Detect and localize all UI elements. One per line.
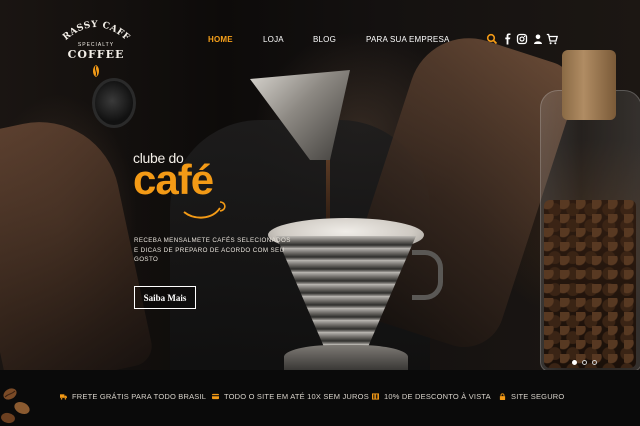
coffee-bean-icon xyxy=(93,65,99,77)
benefits-bar: FRETE GRÁTIS PARA TODO BRASIL TODO O SIT… xyxy=(0,370,640,426)
slider-dot-2[interactable] xyxy=(582,360,587,365)
user-icon[interactable] xyxy=(532,33,544,45)
benefit-secure-site: SITE SEGURO xyxy=(499,392,564,401)
nav-loja[interactable]: LOJA xyxy=(263,35,284,44)
slider-dots xyxy=(572,352,602,370)
instagram-icon[interactable] xyxy=(516,33,528,45)
hero-description: RECEBA MENSALMETE CAFÉS SELECIONADOS E D… xyxy=(134,237,291,263)
cart-icon[interactable] xyxy=(546,33,558,45)
benefit-label: FRETE GRÁTIS PARA TODO BRASIL xyxy=(72,392,207,401)
brand-logo[interactable]: GRASSY CAFFE SPECIALTY COFFEE xyxy=(58,16,134,80)
coffee-cup-swirl-icon xyxy=(183,201,226,219)
page: GRASSY CAFFE SPECIALTY COFFEE HOME LOJA … xyxy=(0,0,640,426)
benefit-label: TODO O SITE EM ATÉ 10X SEM JUROS xyxy=(224,392,369,401)
benefit-label: 10% DE DESCONTO À VISTA xyxy=(384,392,491,401)
dripper-handle xyxy=(412,250,443,300)
benefit-label: SITE SEGURO xyxy=(511,392,565,401)
truck-icon xyxy=(60,394,67,400)
lock-icon xyxy=(499,393,506,400)
nav-blog[interactable]: BLOG xyxy=(313,35,336,44)
slider-dot-3[interactable] xyxy=(592,360,597,365)
benefit-free-shipping: FRETE GRÁTIS PARA TODO BRASIL xyxy=(60,392,206,401)
facebook-icon[interactable] xyxy=(502,33,514,45)
credit-card-icon xyxy=(212,393,219,400)
nav-para-sua-empresa[interactable]: PARA SUA EMPRESA xyxy=(366,35,450,44)
search-icon[interactable] xyxy=(486,33,498,45)
saiba-mais-button[interactable]: Saiba Mais xyxy=(134,286,196,309)
jar-cork xyxy=(562,50,616,120)
barcode-icon xyxy=(372,393,379,400)
logo-coffee-text: COFFEE xyxy=(67,48,125,61)
benefit-discount: 10% DE DESCONTO À VISTA xyxy=(372,392,491,401)
svg-text:GRASSY CAFFE: GRASSY CAFFE xyxy=(58,18,131,43)
nav-home[interactable]: HOME xyxy=(208,35,233,44)
jar-coffee-beans xyxy=(544,200,636,368)
logo-arc-text: GRASSY CAFFE xyxy=(58,18,131,43)
wrist-watch xyxy=(92,78,136,128)
slider-dot-1[interactable] xyxy=(572,360,577,365)
coffee-beans-decoration xyxy=(1,388,30,424)
benefit-installments: TODO O SITE EM ATÉ 10X SEM JUROS xyxy=(212,392,369,401)
